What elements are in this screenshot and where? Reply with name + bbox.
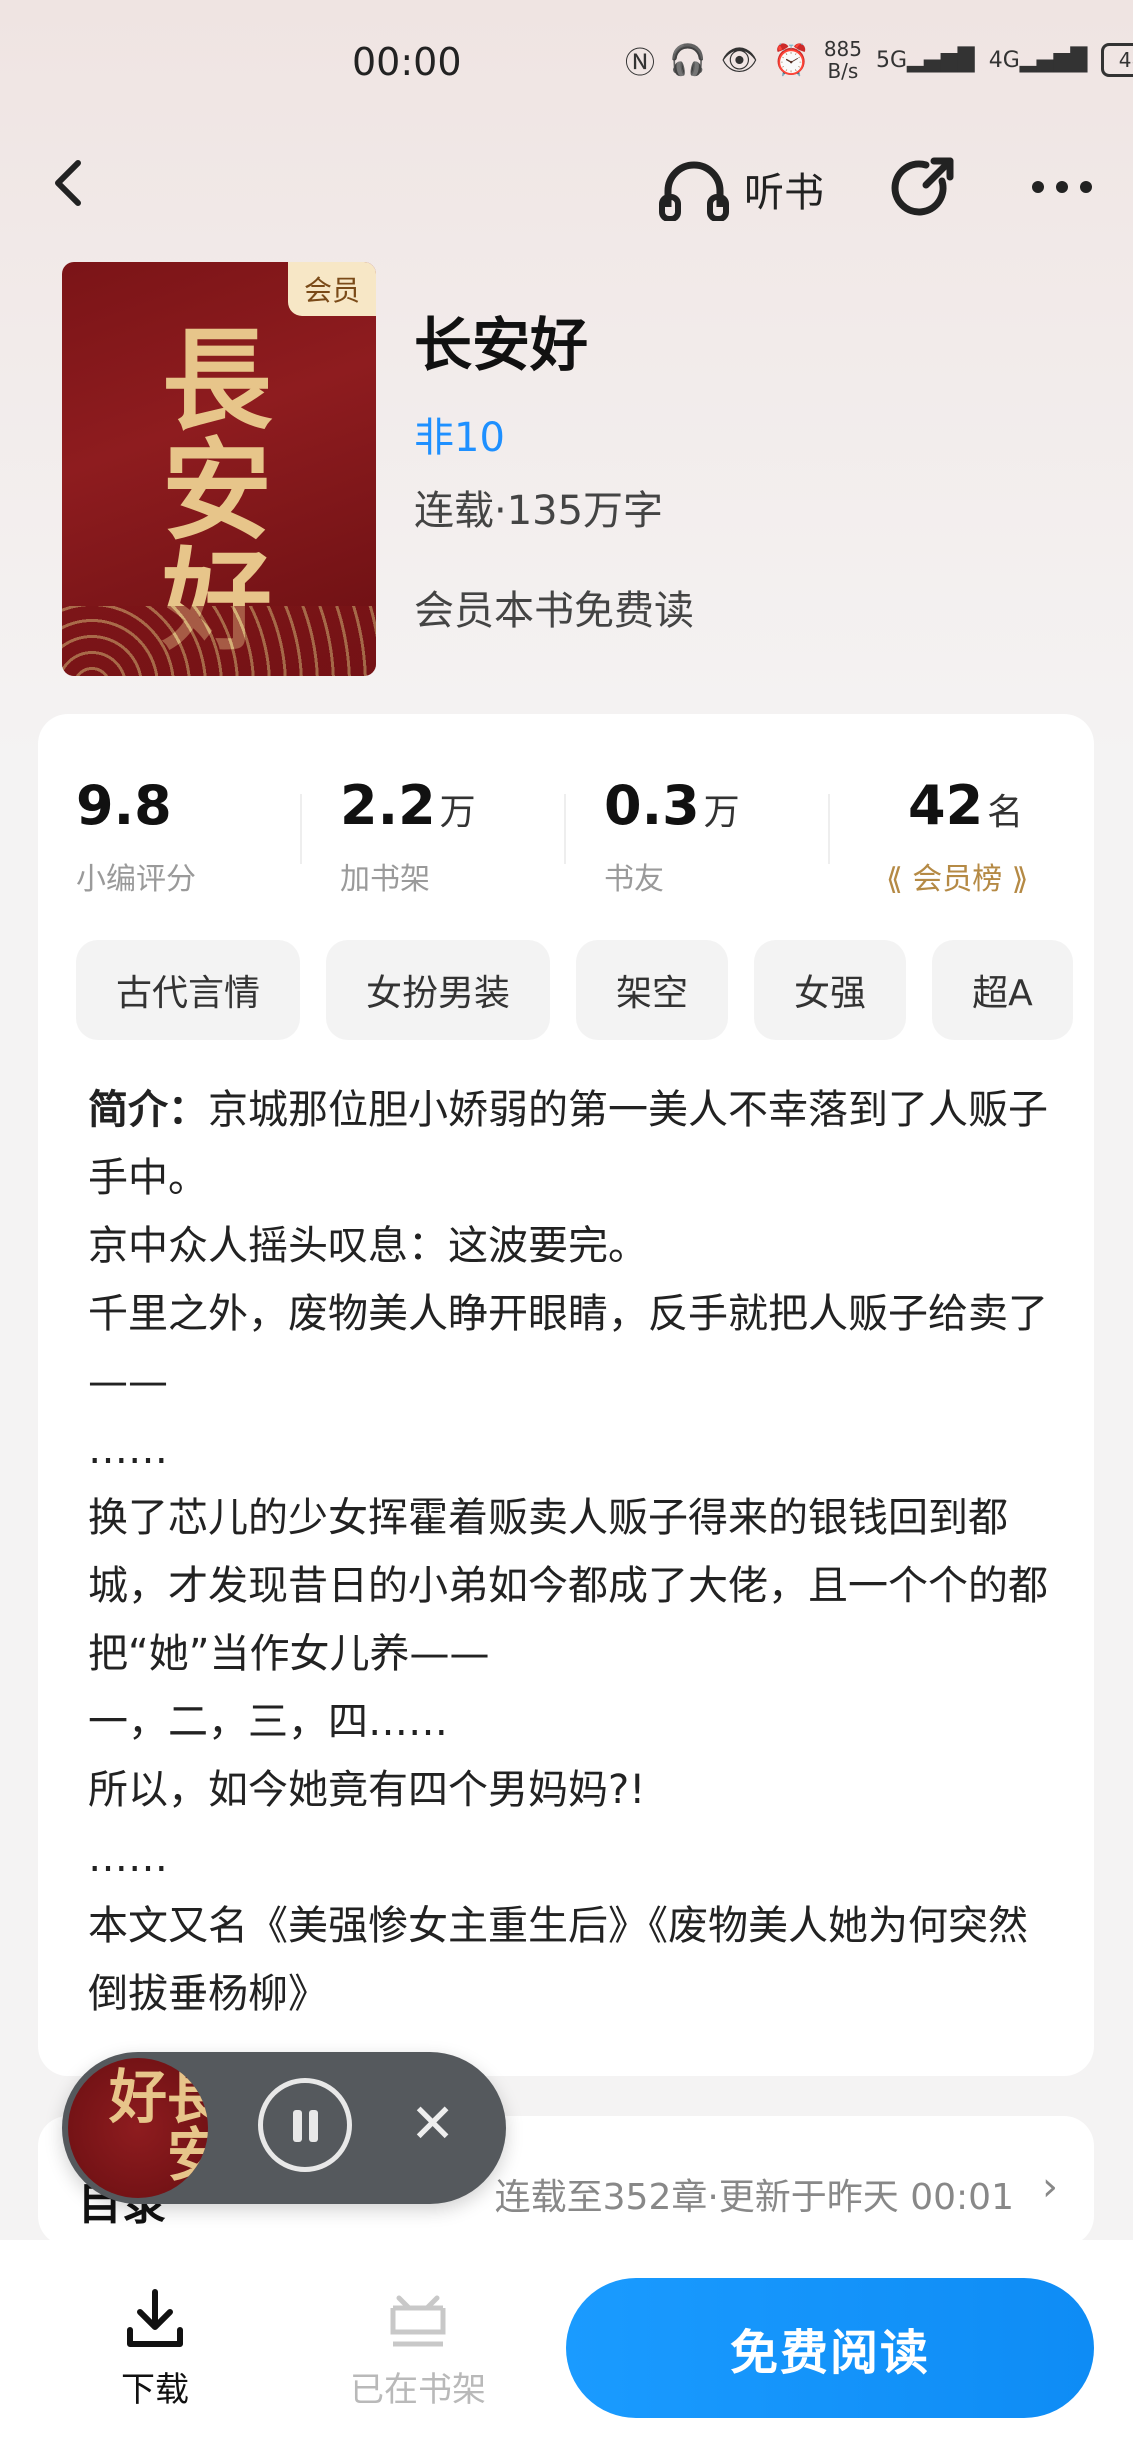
book-cover[interactable]: 長安好 会员 (62, 262, 376, 676)
more-icon[interactable] (1030, 167, 1094, 207)
vip-free-text: 会员本书免费读 (414, 588, 694, 634)
synopsis-line: 本文又名《美强惨女主重生后》《废物美人她为何突然倒拔垂杨柳》 (88, 1903, 1028, 2017)
eye-icon: 👁 (720, 42, 759, 78)
alarm-icon: ⏰ (772, 42, 810, 78)
stat-label: 加书架 (340, 862, 430, 897)
headphones-icon: 🎧 (669, 42, 707, 78)
mini-player[interactable]: 長安好 ✕ (62, 2052, 506, 2204)
tag-item[interactable]: 女扮男装 (326, 940, 551, 1040)
book-title: 长安好 (414, 311, 589, 379)
bottom-bar: 下载 已在书架 免费阅读 (0, 2240, 1133, 2453)
chevron-right-icon: › (1042, 2164, 1058, 2210)
battery-icon: 48 (1101, 43, 1133, 77)
tag-item[interactable]: 古代言情 (76, 940, 301, 1040)
stat-shelf: 2.2 万 加书架 (302, 764, 566, 897)
player-cover[interactable]: 長安好 (68, 2058, 208, 2198)
book-info-card: 9.8 小编评分 2.2 万 加书架 0.3 万 书友 42 名 ⟪ 会员榜 ⟫ 古代… (38, 714, 1094, 2076)
synopsis-line: …… (88, 1835, 168, 1881)
close-icon[interactable]: ✕ (410, 2094, 455, 2154)
cover-pattern (62, 606, 376, 676)
stat-label: 书友 (604, 862, 664, 897)
synopsis[interactable]: 简介：京城那位胆小娇弱的第一美人不幸落到了人贩子手中。 京中众人摇头叹息：这波要… (88, 1076, 1058, 2028)
synopsis-line: 京城那位胆小娇弱的第一美人不幸落到了人贩子手中。 (88, 1087, 1048, 1201)
stat-friends[interactable]: 0.3 万 书友 (566, 764, 830, 897)
download-label: 下载 (121, 2370, 189, 2410)
listen-button[interactable]: 听书 (658, 157, 824, 221)
book-meta: 连载·135万字 (414, 488, 664, 534)
free-read-button[interactable]: 免费阅读 (566, 2278, 1094, 2418)
download-button[interactable]: 下载 (110, 2288, 200, 2411)
synopsis-label: 简介： (88, 1087, 208, 1133)
signal-4g-icon: 4G▂▄▆█ (988, 47, 1088, 73)
stat-label: 小编评分 (76, 862, 196, 897)
net-speed: 885 B/s (823, 37, 862, 83)
tag-list: 古代言情 女扮男装 架空 女强 超A (76, 940, 1094, 1040)
download-icon (127, 2289, 183, 2347)
share-icon[interactable] (890, 153, 960, 223)
status-bar: 00:00 Ⓝ 🎧 👁 ⏰ 885B/s 5G▂▄▆█ 4G▂▄▆█ 48 (0, 0, 1133, 130)
catalog-info: 连载至352章·更新于昨天 00:01 (494, 2177, 1014, 2218)
book-author[interactable]: 非10 (414, 405, 505, 463)
headphones-icon (659, 161, 729, 221)
stat-rank[interactable]: 42 名 ⟪ 会员榜 ⟫ (830, 764, 1094, 897)
cover-artwork: 長安好 (143, 322, 272, 652)
synopsis-line: 换了芯儿的少女挥霍着贩卖人贩子得来的银钱回到都城，才发现昔日的小弟如今都成了大佬… (88, 1495, 1048, 1677)
synopsis-line: 所以，如今她竟有四个男妈妈?! (88, 1767, 646, 1813)
vip-badge: 会员 (288, 262, 376, 316)
stat-value: 0.3 (604, 774, 700, 837)
synopsis-line: …… (88, 1427, 168, 1473)
shelf-label: 已在书架 (350, 2370, 486, 2410)
pause-icon[interactable] (258, 2078, 352, 2172)
listen-label: 听书 (744, 170, 824, 216)
tag-item[interactable]: 女强 (754, 940, 907, 1040)
bookshelf-icon (390, 2295, 446, 2347)
top-nav: 听书 (0, 145, 1133, 235)
stat-rating: 9.8 小编评分 (38, 764, 302, 897)
status-time: 00:00 (352, 40, 462, 84)
shelf-button[interactable]: 已在书架 (338, 2288, 498, 2411)
tag-item[interactable]: 超A (932, 940, 1073, 1040)
synopsis-line: 千里之外，废物美人睁开眼睛，反手就把人贩子给卖了—— (88, 1291, 1048, 1405)
tag-item[interactable]: 架空 (576, 940, 729, 1040)
nfc-icon: Ⓝ (625, 46, 655, 81)
stats-row: 9.8 小编评分 2.2 万 加书架 0.3 万 书友 42 名 ⟪ 会员榜 ⟫ (38, 764, 1094, 897)
status-icons: Ⓝ 🎧 👁 ⏰ 885B/s 5G▂▄▆█ 4G▂▄▆█ 48 (625, 38, 1133, 82)
synopsis-line: 京中众人摇头叹息：这波要完。 (88, 1223, 648, 1269)
stat-value: 9.8 (76, 774, 172, 837)
stat-value: 2.2 (340, 774, 436, 837)
stat-label: ⟪ 会员榜 ⟫ (886, 862, 1029, 897)
back-icon[interactable] (40, 153, 100, 213)
stat-value: 42 (908, 774, 984, 837)
synopsis-line: 一，二，三，四…… (88, 1699, 448, 1745)
signal-5g-icon: 5G▂▄▆█ (876, 47, 975, 73)
